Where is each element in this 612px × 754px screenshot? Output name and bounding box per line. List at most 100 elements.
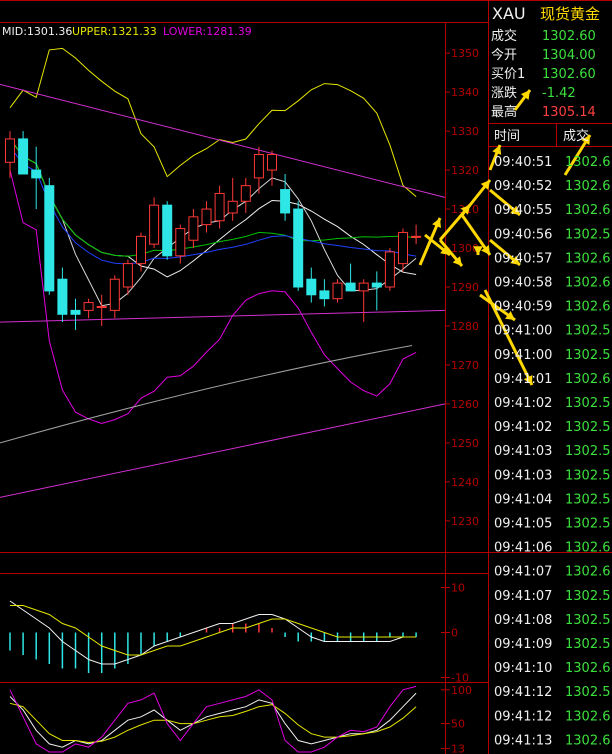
candle-body (109, 278, 120, 311)
tick-price: 1302.6 (565, 709, 611, 724)
quote-value: 1302.60 (542, 67, 596, 82)
tick-row[interactable]: 09:40:57 1302.6 (494, 251, 611, 266)
tick-time: 09:40:55 (494, 203, 552, 218)
candle-body (96, 305, 107, 308)
candle-body (332, 282, 343, 300)
tick-row[interactable]: 09:41:09 1302.5 (494, 637, 611, 652)
candle-body (162, 204, 173, 257)
candle-body (31, 169, 42, 179)
tick-row[interactable]: 09:40:51 1302.6 (494, 155, 611, 170)
candle-body (293, 208, 304, 288)
kdj-j (9, 685, 417, 753)
price-label: 1240 (451, 476, 479, 489)
kdj-d (9, 702, 417, 744)
candle-body (136, 235, 146, 265)
tick-row[interactable]: 09:41:03 1302.5 (494, 444, 611, 459)
price-label: 1270 (451, 359, 479, 372)
price-label: 1350 (451, 47, 479, 60)
tick-time: 09:41:01 (494, 372, 552, 387)
tick-row[interactable]: 09:41:12 1302.6 (494, 709, 611, 724)
price-label: 1320 (451, 164, 479, 177)
tick-row[interactable]: 09:40:59 1302.6 (494, 300, 611, 315)
price-label: 1250 (451, 437, 479, 450)
candle-body (253, 154, 264, 179)
tick-time: 09:40:56 (494, 227, 552, 242)
tick-price: 1302.6 (565, 155, 611, 170)
tick-row[interactable]: 09:41:12 1302.5 (494, 685, 611, 700)
tick-price: 1302.5 (565, 589, 611, 604)
candle-body (227, 200, 238, 214)
tick-row[interactable]: 09:41:02 1302.5 (494, 396, 611, 411)
candle-body (201, 208, 212, 226)
tick-time: 09:40:57 (494, 251, 552, 266)
candle-body (384, 251, 395, 288)
quote-label: 成交 (491, 28, 517, 44)
ma-long (9, 146, 417, 265)
candle-body (57, 278, 68, 315)
kdj-label: 50 (451, 718, 465, 731)
tick-row[interactable]: 09:40:56 1302.5 (494, 227, 611, 242)
tick-row[interactable]: 09:41:03 1302.5 (494, 468, 611, 483)
tick-time: 09:41:03 (494, 444, 552, 459)
tick-price: 1302.6 (565, 541, 611, 556)
candle-body (149, 204, 160, 245)
tick-price: 1302.5 (565, 227, 611, 242)
tick-time: 09:41:10 (494, 661, 552, 676)
tick-time: 09:41:02 (494, 420, 552, 435)
price-label: 1230 (451, 515, 479, 528)
tick-row[interactable]: 09:41:04 1302.5 (494, 492, 611, 507)
tick-price: 1302.6 (565, 733, 611, 748)
tick-row[interactable]: 09:41:07 1302.5 (494, 589, 611, 604)
tick-time: 09:41:13 (494, 733, 552, 748)
tick-price: 1302.5 (565, 685, 611, 700)
candle-body (358, 282, 369, 292)
tick-row[interactable]: 09:41:10 1302.6 (494, 661, 611, 676)
candle-body (411, 235, 422, 238)
candle-body (371, 282, 382, 288)
tick-row[interactable]: 09:40:58 1302.6 (494, 276, 611, 291)
candle-body (214, 192, 225, 222)
candle-body (280, 189, 291, 214)
tick-price: 1302.5 (565, 444, 611, 459)
ma-very-long (0, 344, 413, 444)
tick-row[interactable]: 09:41:00 1302.5 (494, 348, 611, 363)
tick-row[interactable]: 09:40:55 1302.6 (494, 203, 611, 218)
tick-row[interactable]: 09:41:02 1302.5 (494, 420, 611, 435)
quote-name: 现货黄金 (540, 5, 600, 23)
tick-time: 09:41:12 (494, 685, 552, 700)
macd-dif (9, 600, 417, 665)
tick-time: 09:41:07 (494, 565, 552, 580)
tick-row[interactable]: 09:41:01 1302.6 (494, 372, 611, 387)
price-label: 1290 (451, 281, 479, 294)
lower-band (9, 169, 417, 425)
indicator-overlays (0, 47, 446, 498)
tick-row[interactable]: 09:41:06 1302.6 (494, 541, 611, 556)
price-axis: 1350134013301320131013001290128012701260… (445, 47, 479, 528)
tick-time: 09:41:06 (494, 541, 552, 556)
candle-body (398, 231, 408, 265)
mid-band (9, 138, 417, 278)
tick-row[interactable]: 09:40:52 1302.6 (494, 179, 611, 194)
tick-list[interactable]: 09:40:51 1302.6 09:40:52 1302.6 09:40:55 1302… (494, 155, 611, 748)
tick-row[interactable]: 09:41:13 1302.6 (494, 733, 611, 748)
tick-row[interactable]: 09:41:08 1302.5 (494, 613, 611, 628)
tick-row[interactable]: 09:41:07 1302.6 (494, 565, 611, 580)
candle-body (83, 302, 94, 311)
tick-time: 09:41:07 (494, 589, 552, 604)
macd-label: -10 (451, 672, 469, 685)
candle-body (122, 263, 133, 288)
kdj-panel (9, 685, 417, 753)
macd-label: 10 (451, 582, 465, 595)
tick-time: 09:41:03 (494, 468, 552, 483)
tick-time: 09:40:52 (494, 179, 552, 194)
price-label: 1280 (451, 320, 479, 333)
candle-body (18, 138, 29, 175)
tick-time: 09:41:00 (494, 324, 552, 339)
quote-value: 1305.14 (542, 105, 596, 120)
tick-price: 1302.5 (565, 468, 611, 483)
tick-price: 1302.6 (565, 179, 611, 194)
candles (5, 131, 422, 330)
tick-price: 1302.6 (565, 565, 611, 580)
tick-row[interactable]: 09:41:05 1302.5 (494, 517, 611, 532)
tick-row[interactable]: 09:41:00 1302.5 (494, 324, 611, 339)
